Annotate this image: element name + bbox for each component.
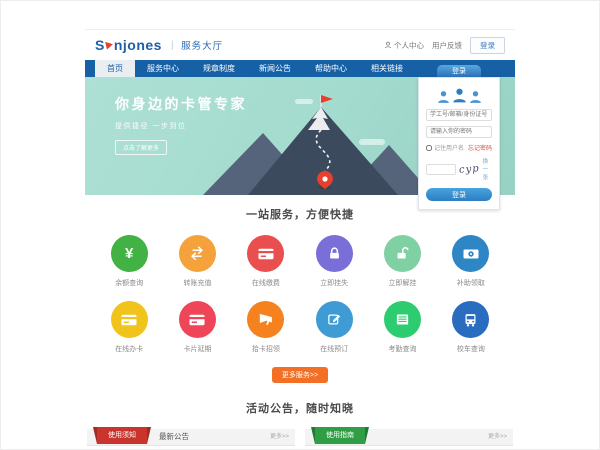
login-tab[interactable]: 登录 xyxy=(437,65,481,77)
logo-text-s: S xyxy=(95,37,105,53)
service-label: 在线预订 xyxy=(300,344,368,354)
service-item[interactable]: 校车查询 xyxy=(437,301,505,354)
nav-item[interactable]: 帮助中心 xyxy=(303,60,359,77)
site-name: 服务大厅 xyxy=(181,38,223,52)
services-section: 一站服务，方便快捷 ¥余额查询转账充值在线缴费立即挂失立即解挂补助领取在线办卡卡… xyxy=(85,195,515,383)
page: S njones | 服务大厅 个人中心 用户反馈 登录 首页服务中心规章制度新… xyxy=(85,29,515,446)
hero-copy: 你身边的卡管专家 提供捷径 一步到位 点击了解更多 xyxy=(115,94,247,155)
notice-ribbon-tab[interactable]: 使用须知 xyxy=(97,427,147,444)
header-login-button[interactable]: 登录 xyxy=(470,37,505,54)
service-item[interactable]: 考勤查询 xyxy=(368,301,436,354)
card-icon xyxy=(111,301,148,338)
login-submit-button[interactable]: 登录 xyxy=(426,188,492,201)
bus-icon xyxy=(452,301,489,338)
top-header: S njones | 服务大厅 个人中心 用户反馈 登录 xyxy=(85,30,515,60)
service-item[interactable]: 卡片延期 xyxy=(163,301,231,354)
service-item[interactable]: 在线办卡 xyxy=(95,301,163,354)
service-label: 在线办卡 xyxy=(95,344,163,354)
flag-icon xyxy=(321,95,333,103)
service-item[interactable]: 在线预订 xyxy=(300,301,368,354)
hero-cta-button[interactable]: 点击了解更多 xyxy=(115,140,167,155)
service-item[interactable]: 拾卡招领 xyxy=(232,301,300,354)
notice-panel: 使用须知 最新公告 更多>> xyxy=(87,429,295,446)
service-item[interactable]: 立即解挂 xyxy=(368,235,436,288)
lock-closed-icon xyxy=(316,235,353,272)
captcha-row: cyp 换一张 xyxy=(426,157,492,181)
card-icon xyxy=(247,235,284,272)
service-label: 转账充值 xyxy=(163,278,231,288)
guide-panel: 使用指南 更多>> xyxy=(305,429,513,446)
guide-ribbon-tab[interactable]: 使用指南 xyxy=(315,427,365,444)
logo-arrow-icon xyxy=(105,40,114,49)
service-item[interactable]: 转账充值 xyxy=(163,235,231,288)
hero-title: 你身边的卡管专家 xyxy=(115,94,247,114)
more-services-button[interactable]: 更多服务>> xyxy=(272,367,328,383)
login-form: 记住用户名 忘记密码 cyp 换一张 登录 xyxy=(418,77,500,210)
service-item[interactable]: 在线缴费 xyxy=(232,235,300,288)
card-icon xyxy=(179,301,216,338)
login-panel: 登录 记住用户名 忘记密码 cyp 换一张 xyxy=(418,65,500,210)
megaphone-icon xyxy=(247,301,284,338)
yen-icon: ¥ xyxy=(111,235,148,272)
username-input[interactable] xyxy=(426,109,492,121)
service-label: 校车查询 xyxy=(437,344,505,354)
services-grid: ¥ 余额查询转账充值在线缴费立即挂失立即解挂补助领取在线办卡卡片延期拾卡招领在线预… xyxy=(85,235,515,354)
user-icon xyxy=(384,41,392,49)
service-label: 立即解挂 xyxy=(368,278,436,288)
password-input[interactable] xyxy=(426,126,492,138)
feedback-label: 用户反馈 xyxy=(432,40,462,51)
transfer-icon xyxy=(179,235,216,272)
nav-item[interactable]: 相关链接 xyxy=(359,60,415,77)
list-icon xyxy=(384,301,421,338)
service-item[interactable]: ¥ 余额查询 xyxy=(95,235,163,288)
service-label: 考勤查询 xyxy=(368,344,436,354)
lock-open-icon xyxy=(384,235,421,272)
nav-item[interactable]: 首页 xyxy=(95,60,135,77)
nav-item[interactable]: 规章制度 xyxy=(191,60,247,77)
remember-label: 记住用户名 xyxy=(434,143,464,152)
remember-checkbox[interactable] xyxy=(426,145,432,151)
edit-icon xyxy=(316,301,353,338)
brand-logo[interactable]: S njones | 服务大厅 xyxy=(95,37,223,53)
map-pin-icon xyxy=(317,171,333,189)
logo-divider: | xyxy=(171,40,174,51)
remember-row: 记住用户名 忘记密码 xyxy=(426,143,492,152)
latest-announcements-tab[interactable]: 最新公告 xyxy=(159,429,189,445)
service-label: 在线缴费 xyxy=(232,278,300,288)
announcement-panels: 使用须知 最新公告 更多>> 使用指南 更多>> xyxy=(87,429,513,446)
users-icon xyxy=(426,85,492,104)
captcha-image: cyp xyxy=(459,163,481,176)
service-label: 卡片延期 xyxy=(163,344,231,354)
hero-subtitle: 提供捷径 一步到位 xyxy=(115,121,247,131)
user-center-link[interactable]: 个人中心 xyxy=(384,40,424,51)
nav-item[interactable]: 新闻公告 xyxy=(247,60,303,77)
user-center-label: 个人中心 xyxy=(394,40,424,51)
announcements-section: 活动公告，随时知晓 使用须知 最新公告 更多>> 使用指南 更多>> xyxy=(85,400,515,446)
service-label: 拾卡招领 xyxy=(232,344,300,354)
hero-banner: 你身边的卡管专家 提供捷径 一步到位 点击了解更多 登录 xyxy=(85,77,515,195)
service-item[interactable]: 立即挂失 xyxy=(300,235,368,288)
notice-more-link[interactable]: 更多>> xyxy=(270,429,289,445)
header-right: 个人中心 用户反馈 登录 xyxy=(384,37,505,54)
captcha-input[interactable] xyxy=(426,164,456,175)
service-label: 立即挂失 xyxy=(300,278,368,288)
feedback-link[interactable]: 用户反馈 xyxy=(432,40,462,51)
announcements-heading: 活动公告，随时知晓 xyxy=(85,400,515,416)
captcha-refresh-link[interactable]: 换一张 xyxy=(483,157,492,181)
service-item[interactable]: 补助领取 xyxy=(437,235,505,288)
logo-text-rest: njones xyxy=(114,37,162,53)
guide-more-link[interactable]: 更多>> xyxy=(488,429,507,445)
forgot-password-link[interactable]: 忘记密码 xyxy=(468,143,492,152)
service-label: 余额查询 xyxy=(95,278,163,288)
nav-item[interactable]: 服务中心 xyxy=(135,60,191,77)
banknote-icon xyxy=(452,235,489,272)
service-label: 补助领取 xyxy=(437,278,505,288)
